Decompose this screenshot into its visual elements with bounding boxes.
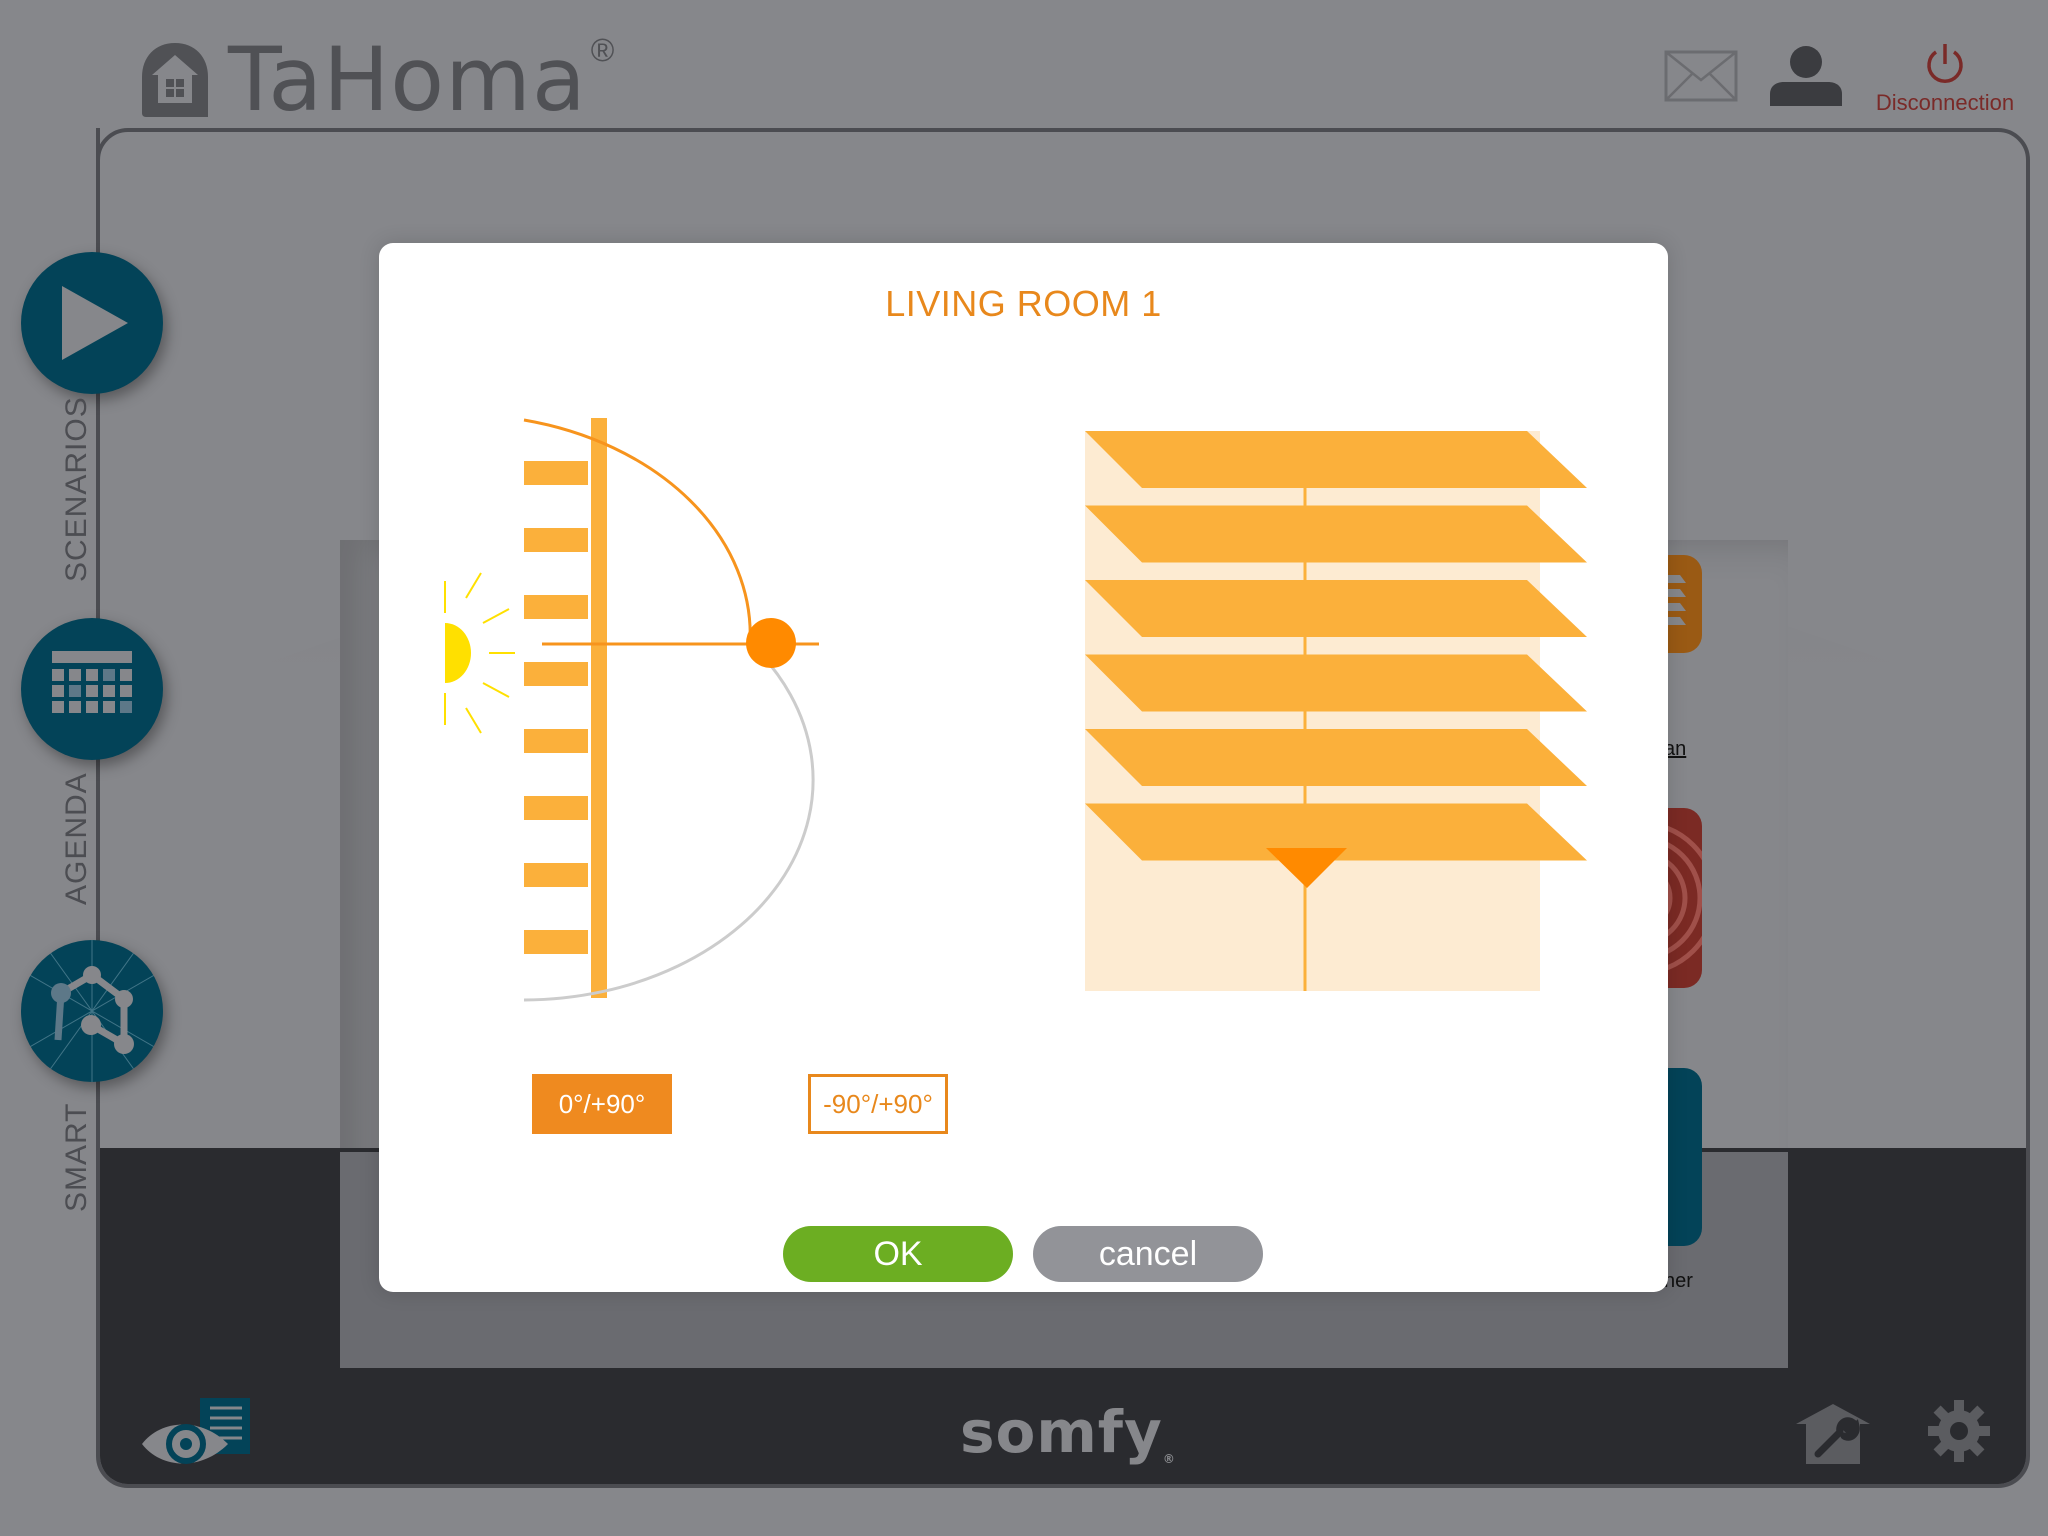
front-slat xyxy=(1085,729,1587,786)
somfy-logo: somfy® xyxy=(960,1398,1176,1466)
mode-minus90-90-button[interactable]: -90°/+90° xyxy=(808,1074,948,1134)
house-wrench-icon[interactable] xyxy=(1796,1402,1870,1464)
angle-handle[interactable] xyxy=(746,618,796,668)
side-slat xyxy=(524,662,588,686)
mail-icon[interactable] xyxy=(1664,50,1738,102)
sidebar-label-smart[interactable]: SMART xyxy=(60,1103,94,1212)
side-slat xyxy=(524,796,588,820)
front-slat xyxy=(1085,580,1587,637)
calendar-icon xyxy=(52,651,132,713)
app-logo: TaHoma ® xyxy=(140,28,614,131)
sidebar-label-agenda[interactable]: AGENDA xyxy=(60,772,94,905)
window-rail xyxy=(591,418,607,998)
registered-mark: ® xyxy=(590,32,615,68)
gear-icon[interactable] xyxy=(1928,1400,1990,1462)
app-title: TaHoma xyxy=(228,28,587,131)
brand-mark: ® xyxy=(1162,1452,1176,1466)
side-slat xyxy=(524,528,588,552)
side-slat xyxy=(524,930,588,954)
side-slat xyxy=(524,595,588,619)
sidebar-label-scenarios[interactable]: SCENARIOS xyxy=(60,396,94,582)
network-icon xyxy=(21,940,163,1082)
sidebar-item-scenarios[interactable] xyxy=(21,252,163,394)
sidebar-item-smart[interactable] xyxy=(21,940,163,1082)
eye-document-icon[interactable] xyxy=(140,1396,252,1472)
brand-name: somfy xyxy=(960,1398,1163,1466)
dialog-title: LIVING ROOM 1 xyxy=(885,283,1162,324)
cancel-button[interactable]: cancel xyxy=(1033,1226,1263,1282)
side-slat xyxy=(524,863,588,887)
sun-icon xyxy=(444,572,515,734)
side-slat xyxy=(524,729,588,753)
power-icon xyxy=(1927,44,1963,83)
blind-preview xyxy=(1085,431,1587,991)
user-icon[interactable] xyxy=(1768,46,1844,106)
home-logo-icon xyxy=(142,43,208,117)
play-icon xyxy=(62,286,128,360)
front-slat xyxy=(1085,505,1587,563)
slat-orientation-dialog: LIVING ROOM 1 0°/+90° -90°/+90° OK cance… xyxy=(379,243,1668,1292)
front-slat xyxy=(1085,654,1587,712)
sidebar-item-agenda[interactable] xyxy=(21,618,163,760)
slat-angle-diagram xyxy=(444,418,819,1002)
side-slat xyxy=(524,461,588,485)
mode-0-90-button[interactable]: 0°/+90° xyxy=(532,1074,672,1134)
disconnect-label: Disconnection xyxy=(1875,90,2015,115)
tile-caption[interactable]: ner xyxy=(1664,1270,1693,1293)
disconnect-button[interactable]: Disconnection xyxy=(1870,42,2020,116)
front-slat xyxy=(1085,431,1587,488)
ok-button[interactable]: OK xyxy=(783,1226,1013,1282)
